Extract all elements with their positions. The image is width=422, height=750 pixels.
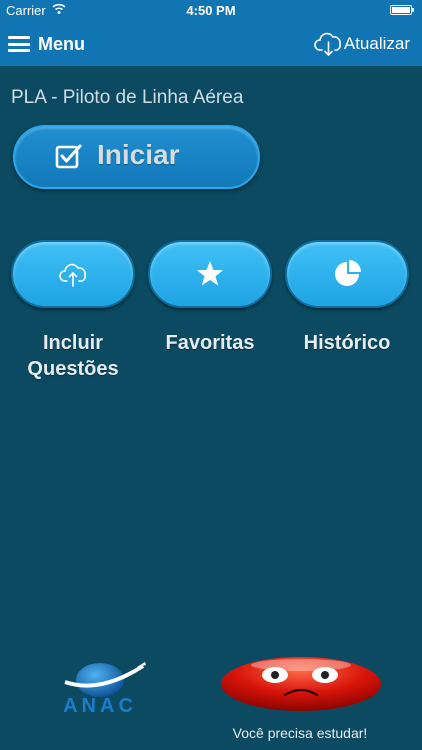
history-button[interactable] (285, 240, 409, 308)
cloud-download-icon (314, 32, 341, 56)
menu-label: Menu (38, 33, 85, 54)
study-message: Você precisa estudar! (232, 725, 368, 741)
anac-logo: ANAC (63, 662, 146, 714)
svg-text:ANAC: ANAC (63, 695, 137, 714)
hamburger-icon (8, 36, 30, 52)
clock: 4:50 PM (186, 3, 236, 18)
course-title: PLA - Piloto de Linha Aérea (11, 87, 244, 108)
include-questions-button[interactable] (11, 240, 135, 308)
navigation-bar: Menu Atualizar (0, 22, 422, 66)
include-questions-label: Incluir Questões (11, 330, 135, 382)
status-bar: Carrier 4:50 PM (0, 0, 422, 22)
menu-button[interactable]: Menu (8, 22, 85, 66)
update-label: Atualizar (343, 34, 410, 53)
start-label: Iniciar (97, 139, 180, 170)
favorites-label: Favoritas (165, 332, 255, 354)
favorites-button[interactable] (148, 240, 272, 308)
star-icon (197, 261, 223, 286)
cloud-upload-icon (59, 263, 86, 287)
include-questions-label-line1: Incluir (42, 332, 103, 354)
history-label: Histórico (303, 332, 391, 354)
pie-chart-icon (335, 260, 361, 286)
include-questions-label-line2: Questões (27, 358, 119, 380)
checkbox-icon (55, 144, 82, 169)
sad-face-icon (221, 657, 381, 711)
battery-icon (390, 5, 414, 15)
start-button[interactable]: Iniciar (13, 125, 260, 189)
update-button[interactable]: Atualizar (314, 22, 410, 66)
